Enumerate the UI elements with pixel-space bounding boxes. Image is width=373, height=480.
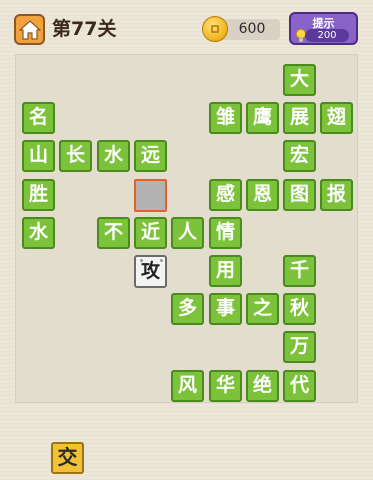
board-tile: 远 xyxy=(134,140,167,172)
board-tile: 千 xyxy=(283,255,316,287)
choice-tile[interactable]: 交 xyxy=(51,442,84,474)
board-tile: 事 xyxy=(209,293,242,325)
board-tile: 人 xyxy=(171,217,204,249)
puzzle-board: 大名雏鹰展翅山长水远宏胜感恩图报水不近人情用千多事之秋万风华绝代攻 xyxy=(15,54,358,403)
board-tile: 大 xyxy=(283,64,316,96)
board-tile: 雏 xyxy=(209,102,242,134)
board-tile: 多 xyxy=(171,293,204,325)
board-tile: 秋 xyxy=(283,293,316,325)
home-icon xyxy=(18,19,41,40)
coin-icon xyxy=(202,16,228,42)
board-tile: 名 xyxy=(22,102,55,134)
board-tile: 水 xyxy=(22,217,55,249)
board-tile: 山 xyxy=(22,140,55,172)
board-tile: 近 xyxy=(134,217,167,249)
board-tile: 胜 xyxy=(22,179,55,211)
board-tile: 报 xyxy=(320,179,353,211)
home-button[interactable] xyxy=(14,14,45,45)
board-tile: 用 xyxy=(209,255,242,287)
empty-answer-slot[interactable] xyxy=(134,179,167,212)
board-tile: 鹰 xyxy=(246,102,279,134)
board-tile: 不 xyxy=(97,217,130,249)
board-tile: 万 xyxy=(283,331,316,363)
hint-button[interactable]: 提示 200 xyxy=(289,12,358,45)
board-tile: 图 xyxy=(283,179,316,211)
board-tile: 宏 xyxy=(283,140,316,172)
placed-answer-tile[interactable]: 攻 xyxy=(134,255,167,288)
coin-counter: 600 xyxy=(202,16,280,42)
board-tile: 华 xyxy=(209,370,242,402)
board-tile: 之 xyxy=(246,293,279,325)
board-tile: 展 xyxy=(283,102,316,134)
board-tile: 恩 xyxy=(246,179,279,211)
level-title: 第77关 xyxy=(52,18,117,40)
tile-corner-dot xyxy=(140,259,143,262)
board-tile: 代 xyxy=(283,370,316,402)
board-tile: 翅 xyxy=(320,102,353,134)
board-tile: 水 xyxy=(97,140,130,172)
hint-cost: 200 xyxy=(305,29,349,42)
board-tile: 感 xyxy=(209,179,242,211)
board-tile: 绝 xyxy=(246,370,279,402)
board-tile: 长 xyxy=(59,140,92,172)
board-tile: 情 xyxy=(209,217,242,249)
tile-corner-dot xyxy=(160,259,163,262)
board-tile: 风 xyxy=(171,370,204,402)
